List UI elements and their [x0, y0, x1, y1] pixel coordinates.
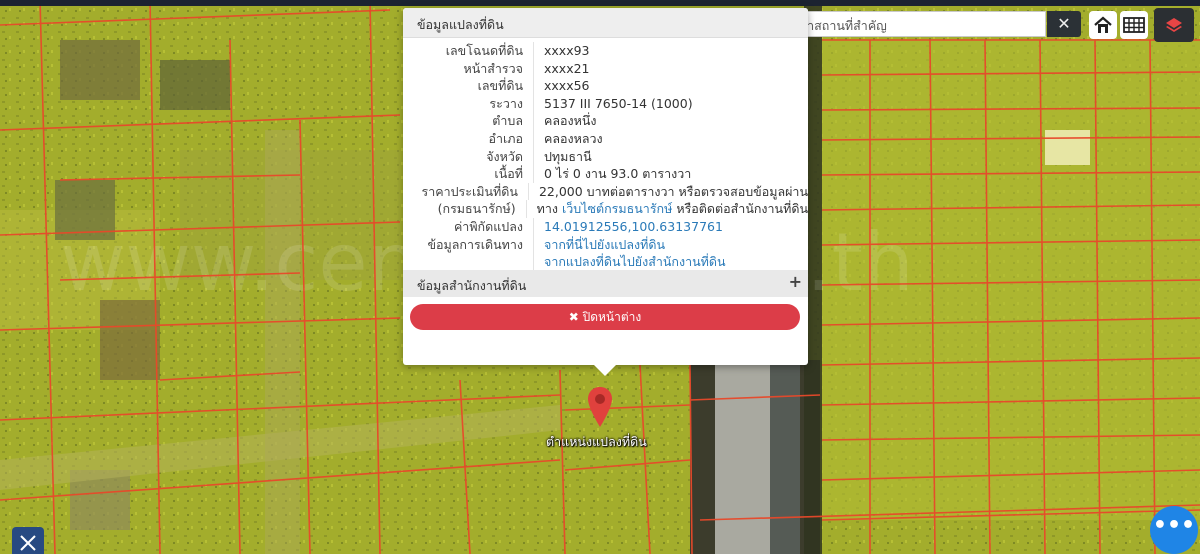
more-button[interactable]: ••• — [1150, 506, 1198, 554]
layers-icon — [1166, 18, 1182, 32]
info-value: ปทุมธานี — [544, 148, 592, 164]
parcel-info-table: เลขโฉนดที่ดิน xxxx93 หน้าสำรวจ xxxx21 เล… — [403, 42, 808, 271]
info-label-empty — [403, 253, 534, 271]
info-label: อำเภอ — [403, 129, 534, 148]
popup-pointer — [593, 364, 617, 376]
directions-to-office-link[interactable]: จากแปลงที่ดินไปยังสำนักงานที่ดิน — [534, 253, 726, 271]
info-row-price: ราคาประเมินที่ดิน 22,000 บาทต่อตารางวา ห… — [403, 182, 808, 201]
close-icon: ✕ — [1057, 14, 1071, 33]
search-input[interactable]: ค้นหาสถานที่สำคัญ — [778, 11, 1046, 37]
top-strip — [0, 0, 1200, 6]
price-text-suffix: หรือติดต่อสำนักงานที่ดิน — [676, 201, 808, 217]
info-label: จังหวัด — [403, 147, 534, 166]
info-label: เนื้อที่ — [403, 165, 534, 183]
land-office-section-toggle[interactable]: ข้อมูลสำนักงานที่ดิน + — [403, 270, 808, 297]
parcel-marker[interactable] — [587, 386, 613, 432]
info-row-deed: เลขโฉนดที่ดิน xxxx93 — [403, 42, 808, 60]
info-row-land-number: เลขที่ดิน xxxx56 — [403, 77, 808, 95]
info-label: ค่าพิกัดแปลง — [403, 217, 534, 236]
info-value: xxxx56 — [544, 78, 590, 94]
home-button[interactable] — [1089, 11, 1117, 39]
info-row-province: จังหวัด ปทุมธานี — [403, 147, 808, 166]
info-label: ข้อมูลการเดินทาง — [403, 235, 534, 254]
land-office-section-title: ข้อมูลสำนักงานที่ดิน — [417, 278, 527, 293]
layers-button[interactable] — [1154, 8, 1194, 42]
info-label: ราคาประเมินที่ดิน — [403, 182, 529, 201]
directions-to-parcel-link[interactable]: จากที่นี่ไปยังแปลงที่ดิน — [534, 236, 665, 254]
treasury-website-link[interactable]: เว็บไซต์กรมธนารักษ์ — [562, 201, 672, 216]
info-value: xxxx21 — [544, 60, 590, 76]
info-row-district: อำเภอ คลองหลวง — [403, 129, 808, 148]
popup-title: ข้อมูลแปลงที่ดิน — [403, 8, 808, 38]
info-row-travel-2: จากแปลงที่ดินไปยังสำนักงานที่ดิน — [403, 253, 808, 271]
info-label: เลขที่ดิน — [403, 77, 534, 95]
info-value: 0 ไร่ 0 งาน 93.0 ตารางวา — [544, 166, 692, 182]
info-row-price-source: (กรมธนารักษ์) ทาง เว็บไซต์กรมธนารักษ์ หร… — [403, 200, 808, 218]
price-text-prefix: ทาง — [536, 201, 559, 217]
info-row-coordinates: ค่าพิกัดแปลง 14.01912556,100.63137761 — [403, 217, 808, 236]
grid-button[interactable] — [1120, 11, 1148, 39]
info-value: 22,000 บาทต่อตารางวา หรือตรวจสอบข้อมูลผ่… — [538, 183, 808, 199]
tools-icon — [20, 535, 36, 551]
info-row-subdistrict: ตำบล คลองหนึ่ง — [403, 112, 808, 130]
info-label: เลขโฉนดที่ดิน — [403, 42, 534, 60]
info-label: ระวาง — [403, 94, 534, 113]
grid-icon — [1123, 17, 1145, 33]
expand-icon: + — [788, 272, 802, 291]
info-row-map-sheet: ระวาง 5137 III 7650-14 (1000) — [403, 94, 808, 113]
parcel-info-popup: ข้อมูลแปลงที่ดิน เลขโฉนดที่ดิน xxxx93 หน… — [403, 8, 808, 365]
coordinates-link[interactable]: 14.01912556,100.63137761 — [534, 218, 723, 236]
more-icon: ••• — [1152, 513, 1196, 538]
search-clear-button[interactable]: ✕ — [1047, 11, 1081, 37]
info-value: คลองหลวง — [544, 130, 603, 146]
tools-button[interactable] — [12, 527, 44, 554]
close-window-label: ปิดหน้าต่าง — [582, 310, 642, 324]
marker-label: ตำแหน่งแปลงที่ดิน — [546, 434, 647, 449]
info-label: ตำบล — [403, 112, 534, 130]
info-value: 5137 III 7650-14 (1000) — [544, 95, 693, 111]
close-icon: ✖ — [568, 310, 579, 324]
info-row-area: เนื้อที่ 0 ไร่ 0 งาน 93.0 ตารางวา — [403, 165, 808, 183]
close-window-button[interactable]: ✖ ปิดหน้าต่าง — [410, 304, 800, 330]
info-label: (กรมธนารักษ์) — [403, 200, 527, 218]
info-row-survey-page: หน้าสำรวจ xxxx21 — [403, 59, 808, 78]
info-value: คลองหนึ่ง — [544, 113, 597, 129]
info-value: xxxx93 — [544, 43, 590, 58]
info-label: หน้าสำรวจ — [403, 59, 534, 78]
home-icon — [1094, 16, 1112, 33]
map-pin-icon — [588, 387, 612, 427]
info-row-travel: ข้อมูลการเดินทาง จากที่นี่ไปยังแปลงที่ดิ… — [403, 235, 808, 254]
info-value: ทาง เว็บไซต์กรมธนารักษ์ หรือติดต่อสำนักง… — [527, 200, 808, 218]
